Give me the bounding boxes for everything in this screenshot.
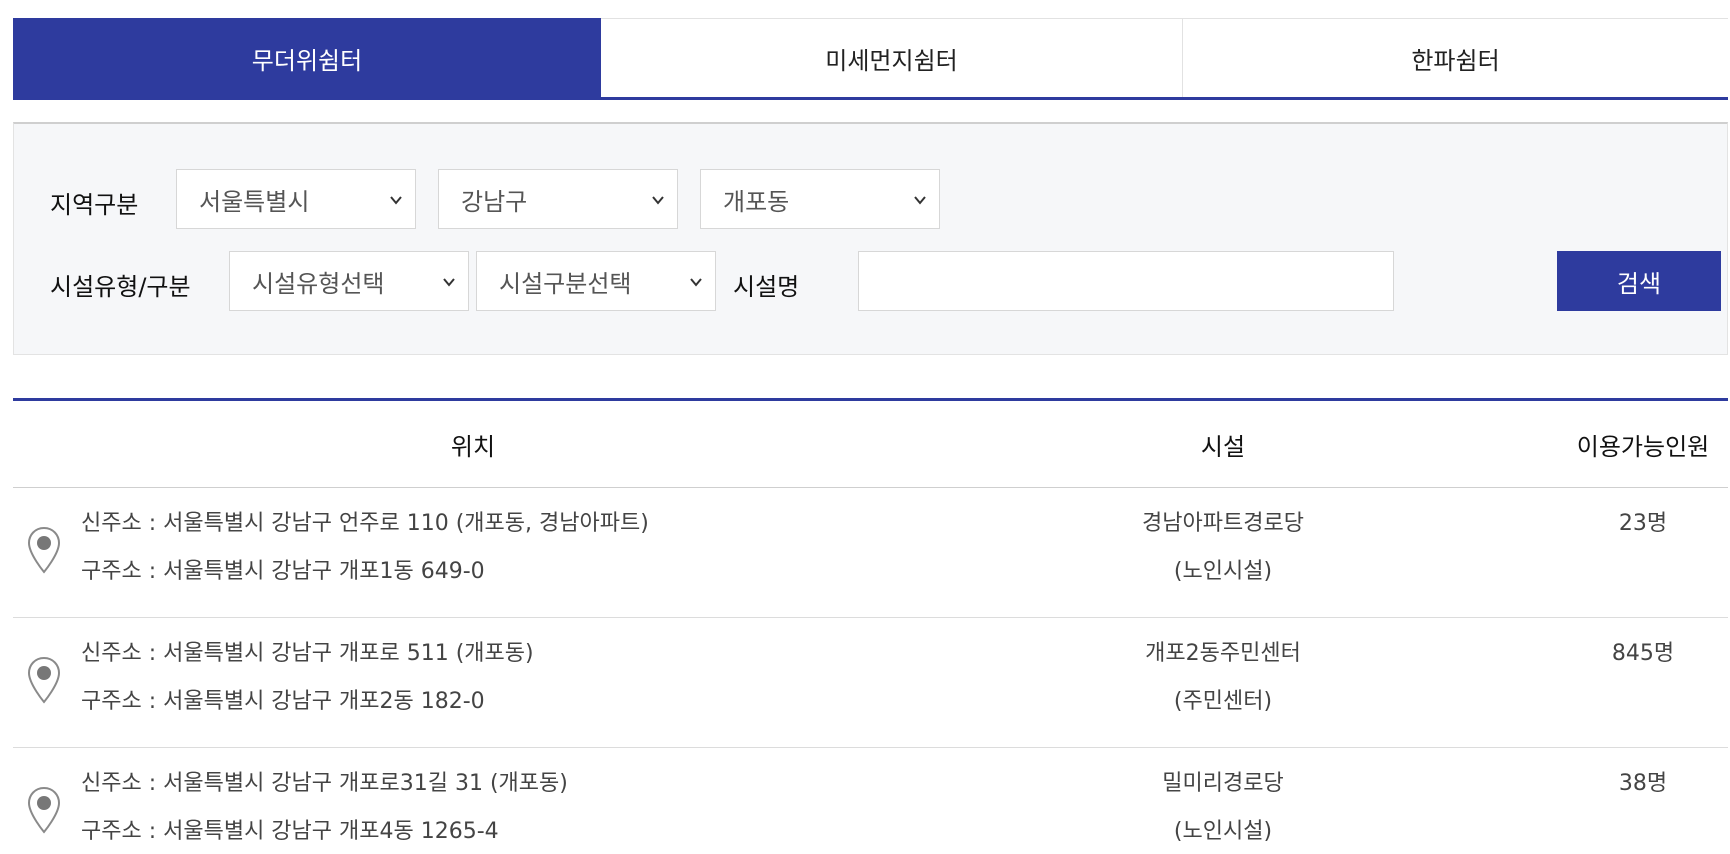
facility-name-input[interactable]	[858, 251, 1394, 311]
region-city-select[interactable]: 서울특별시	[176, 169, 416, 229]
old-address: 구주소 : 서울특별시 강남구 개포1동 649-0	[81, 559, 485, 584]
capacity: 23명	[1618, 511, 1668, 536]
facility-type: (주민센터)	[1173, 689, 1273, 714]
facility-category-value: 시설구분선택	[499, 269, 632, 298]
location-pin-icon	[27, 526, 61, 574]
capacity: 845명	[1611, 641, 1675, 666]
tab-cold-shelter[interactable]: 한파쉼터	[1183, 18, 1728, 97]
search-button[interactable]: 검색	[1557, 251, 1721, 311]
table-row[interactable]: 신주소 : 서울특별시 강남구 개포로 511 (개포동) 구주소 : 서울특별…	[13, 618, 1728, 748]
facility-category-select[interactable]: 시설구분선택	[476, 251, 716, 311]
facility-name: 경남아파트경로당	[1142, 511, 1304, 536]
column-header-location: 위치	[450, 433, 496, 461]
chevron-down-icon	[390, 196, 402, 205]
table-row[interactable]: 신주소 : 서울특별시 강남구 언주로 110 (개포동, 경남아파트) 구주소…	[13, 488, 1728, 618]
shelter-type-tabs: 무더위쉼터 미세먼지쉼터 한파쉼터	[13, 18, 1728, 100]
facility-type: (노인시설)	[1173, 559, 1273, 584]
new-address: 신주소 : 서울특별시 강남구 개포로 511 (개포동)	[81, 641, 534, 666]
region-city-value: 서울특별시	[199, 187, 310, 216]
region-district-select[interactable]: 강남구	[438, 169, 678, 229]
tab-heat-shelter[interactable]: 무더위쉼터	[13, 18, 601, 97]
new-address: 신주소 : 서울특별시 강남구 개포로31길 31 (개포동)	[81, 771, 568, 796]
facility-name-label: 시설명	[733, 273, 800, 301]
new-address: 신주소 : 서울특별시 강남구 언주로 110 (개포동, 경남아파트)	[81, 511, 649, 536]
column-header-facility: 시설	[1200, 433, 1246, 461]
facility-type-label: 시설유형/구분	[50, 273, 191, 301]
capacity: 38명	[1618, 771, 1668, 796]
region-district-value: 강남구	[461, 187, 528, 216]
facility-type-value: 시설유형선택	[252, 269, 385, 298]
chevron-down-icon	[443, 278, 455, 287]
table-row[interactable]: 신주소 : 서울특별시 강남구 개포로31길 31 (개포동) 구주소 : 서울…	[13, 748, 1728, 854]
chevron-down-icon	[652, 196, 664, 205]
facility-type: (노인시설)	[1173, 819, 1273, 844]
column-header-capacity: 이용가능인원	[1576, 433, 1710, 461]
chevron-down-icon	[690, 278, 702, 287]
facility-type-select[interactable]: 시설유형선택	[229, 251, 469, 311]
region-label: 지역구분	[50, 191, 139, 219]
region-dong-select[interactable]: 개포동	[700, 169, 940, 229]
results-table: 위치 시설 이용가능인원 신주소 : 서울특별시 강남구 언주로 110 (개포…	[13, 398, 1728, 844]
old-address: 구주소 : 서울특별시 강남구 개포4동 1265-4	[81, 819, 499, 844]
location-pin-icon	[27, 786, 61, 834]
chevron-down-icon	[914, 196, 926, 205]
table-header: 위치 시설 이용가능인원	[13, 398, 1728, 488]
facility-name: 개포2동주민센터	[1145, 641, 1301, 666]
facility-name: 밀미리경로당	[1162, 771, 1284, 796]
location-pin-icon	[27, 656, 61, 704]
tab-fine-dust-shelter[interactable]: 미세먼지쉼터	[601, 18, 1183, 97]
search-panel: 지역구분 서울특별시 강남구 개포동 시설유형/구분 시설유형선택 시설구분선택…	[13, 122, 1728, 355]
old-address: 구주소 : 서울특별시 강남구 개포2동 182-0	[81, 689, 485, 714]
region-dong-value: 개포동	[723, 187, 790, 216]
